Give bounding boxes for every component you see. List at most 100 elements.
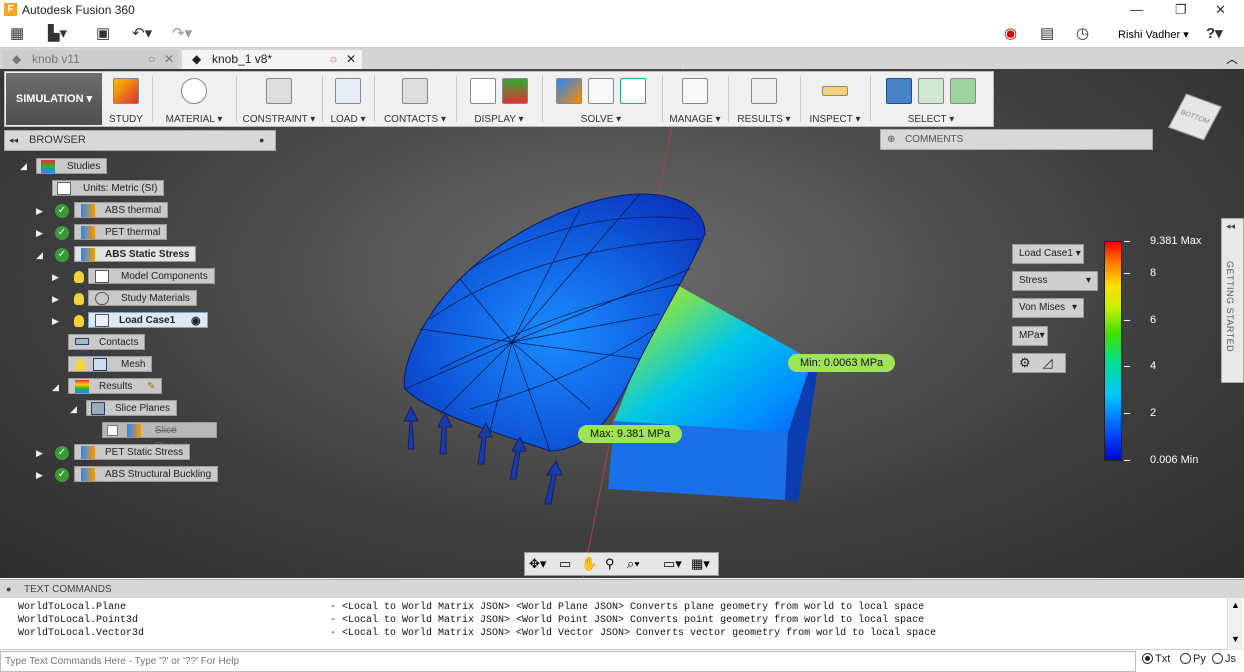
solve-group[interactable]: SOLVE ▾ [546,74,656,126]
browser-pin-icon[interactable]: ● [259,131,264,150]
undo-icon[interactable]: ↶▾ [132,24,152,44]
tree-node-contacts[interactable]: Contacts [68,334,146,350]
results-group[interactable]: RESULTS ▾ [732,74,796,126]
close-button[interactable]: ✕ [1215,2,1226,18]
expand-triangle-icon[interactable]: ▶ [52,272,59,283]
workspace-switcher[interactable]: SIMULATION ▾ [6,73,102,125]
record-icon[interactable]: ◉ [1004,24,1017,44]
select-group[interactable]: SELECT ▾ [872,74,990,126]
legend-options: ⚙ ◿ [1012,353,1066,373]
mode-txt-radio[interactable]: Txt [1142,653,1170,665]
tree-node-mesh[interactable]: Mesh [68,356,153,372]
tree-node-study-materials[interactable]: Study Materials [88,290,197,306]
collapse-triangle-icon[interactable]: ◢ [70,404,77,415]
criterion-select[interactable]: Von Mises ▾ [1012,298,1084,318]
inspect-group[interactable]: INSPECT ▾ [804,74,866,126]
tree-node-studies[interactable]: Studies [36,158,108,174]
load-case-select[interactable]: Load Case1 ▾ [1012,244,1084,264]
legend-shape-icon[interactable]: ◿ [1043,355,1053,370]
display-settings-icon[interactable]: ▭▾ [663,556,682,572]
mode-py-radio[interactable]: Py [1180,653,1206,665]
getting-started-panel[interactable]: ◂◂ GETTING STARTED [1221,218,1244,383]
visibility-bulb-icon[interactable] [74,271,84,283]
zoom-window-icon[interactable]: ⌕▾ [627,556,640,572]
redo-icon[interactable]: ↷▾ [172,24,192,44]
activate-radio-icon[interactable]: ◉ [191,313,201,329]
tree-node-model-components[interactable]: Model Components [88,268,215,284]
tab-close-icon[interactable]: ✕ [164,50,174,69]
tree-node-units[interactable]: Units: Metric (SI) [52,180,165,196]
tree-node-results[interactable]: Results ✎ [68,378,162,394]
orbit-icon[interactable]: ✥▾ [529,556,546,572]
text-commands-output: WorldToLocal.Plane - <Local to World Mat… [0,598,1244,650]
notifications-icon[interactable]: ▤ [1040,24,1054,44]
constraint-group[interactable]: CONSTRAINT ▾ [240,74,318,126]
collapse-browser-icon[interactable]: ◂◂ [9,131,18,150]
grid-settings-icon[interactable]: ▦▾ [691,556,710,572]
units-select[interactable]: MPa▾ [1012,326,1048,346]
add-comment-icon[interactable]: ⊕ [887,130,895,149]
job-status-icon[interactable]: ◷ [1076,24,1089,44]
max-probe-label[interactable]: Max: 9.381 MPa [578,425,683,443]
study-group[interactable]: STUDY [104,74,148,126]
tab-knob-1-v8[interactable]: ◆ knob_1 v8* ○ ✕ [182,50,362,69]
display-group[interactable]: DISPLAY ▾ [460,74,538,126]
visibility-checkbox[interactable] [107,425,118,436]
tab-close-icon[interactable]: ✕ [346,50,356,69]
tree-node-abs-structural-buckling[interactable]: ABS Structural Buckling [74,466,219,482]
tab-knob-v11[interactable]: ◆ knob v11 ○ ✕ [2,50,178,69]
tree-node-slice-plane-1[interactable]: Slice Plane:1 [102,422,217,452]
mode-js-radio[interactable]: Js [1212,653,1236,665]
settings-gear-icon[interactable]: ⚙ [1019,355,1031,370]
visibility-bulb-icon[interactable] [75,359,85,371]
tree-node-pet-thermal[interactable]: PET thermal [74,224,168,240]
visibility-bulb-icon[interactable] [74,315,84,327]
expand-triangle-icon[interactable]: ▶ [36,448,43,459]
load-group[interactable]: LOAD ▾ [326,74,370,126]
command-name: WorldToLocal.Plane [18,602,127,613]
tree-node-abs-thermal[interactable]: ABS thermal [74,202,169,218]
expand-triangle-icon[interactable]: ▶ [52,294,59,305]
maximize-button[interactable]: ❐ [1175,2,1187,18]
tree-node-slice-planes[interactable]: Slice Planes [86,400,178,416]
tree-node-pet-static-stress[interactable]: PET Static Stress [74,444,191,460]
tree-node-abs-static-stress[interactable]: ABS Static Stress [74,246,197,262]
collapse-triangle-icon[interactable]: ◢ [20,161,27,172]
viewcube[interactable]: BOTTOM [1168,92,1224,144]
visibility-bulb-icon[interactable] [74,293,84,305]
browser-header[interactable]: ◂◂ BROWSER ● [4,130,276,151]
viewcube-face[interactable]: BOTTOM [1168,93,1222,141]
look-at-icon[interactable]: ▭ [559,556,571,572]
file-menu-icon[interactable]: ▙▾ [48,24,67,44]
save-icon[interactable]: ▣ [96,24,110,44]
pan-hand-icon[interactable]: ✋ [581,556,597,572]
collapse-chevron-icon[interactable]: ︿ [1226,50,1238,67]
material-group[interactable]: MATERIAL ▾ [156,74,232,126]
comments-header[interactable]: ⊕ COMMENTS [880,129,1153,150]
component-icon: ◆ [12,52,22,66]
zoom-icon[interactable]: ⚲ [605,556,615,572]
user-account-menu[interactable]: Rishi Vadher ▾ [1118,28,1189,41]
result-type-select[interactable]: Stress ▾ [1012,271,1098,291]
tree-node-load-case1[interactable]: Load Case1 ◉ [88,312,208,328]
manage-group[interactable]: MANAGE ▾ [666,74,724,126]
collapse-triangle-icon[interactable]: ◢ [52,382,59,393]
text-command-input[interactable] [0,651,1136,672]
text-commands-header[interactable]: ● TEXT COMMANDS [0,579,1244,598]
scroll-up-icon[interactable]: ▲ [1231,600,1240,610]
expand-triangle-icon[interactable]: ▶ [36,470,43,481]
contacts-group[interactable]: CONTACTS ▾ [378,74,452,126]
expand-panel-icon[interactable]: ◂◂ [1226,221,1235,232]
data-panel-grid-icon[interactable]: ▦ [10,24,24,44]
collapse-panel-icon[interactable]: ● [6,580,11,599]
collapse-triangle-icon[interactable]: ◢ [36,250,43,261]
expand-triangle-icon[interactable]: ▶ [52,316,59,327]
expand-triangle-icon[interactable]: ▶ [36,228,43,239]
min-probe-label[interactable]: Min: 0.0063 MPa [788,354,896,372]
expand-triangle-icon[interactable]: ▶ [36,206,43,217]
minimize-button[interactable]: — [1130,2,1143,17]
edit-pencil-icon[interactable]: ✎ [147,379,155,395]
help-icon[interactable]: ?▾ [1206,24,1223,44]
output-scrollbar[interactable]: ▲ ▼ [1227,598,1243,650]
scroll-down-icon[interactable]: ▼ [1231,634,1240,644]
